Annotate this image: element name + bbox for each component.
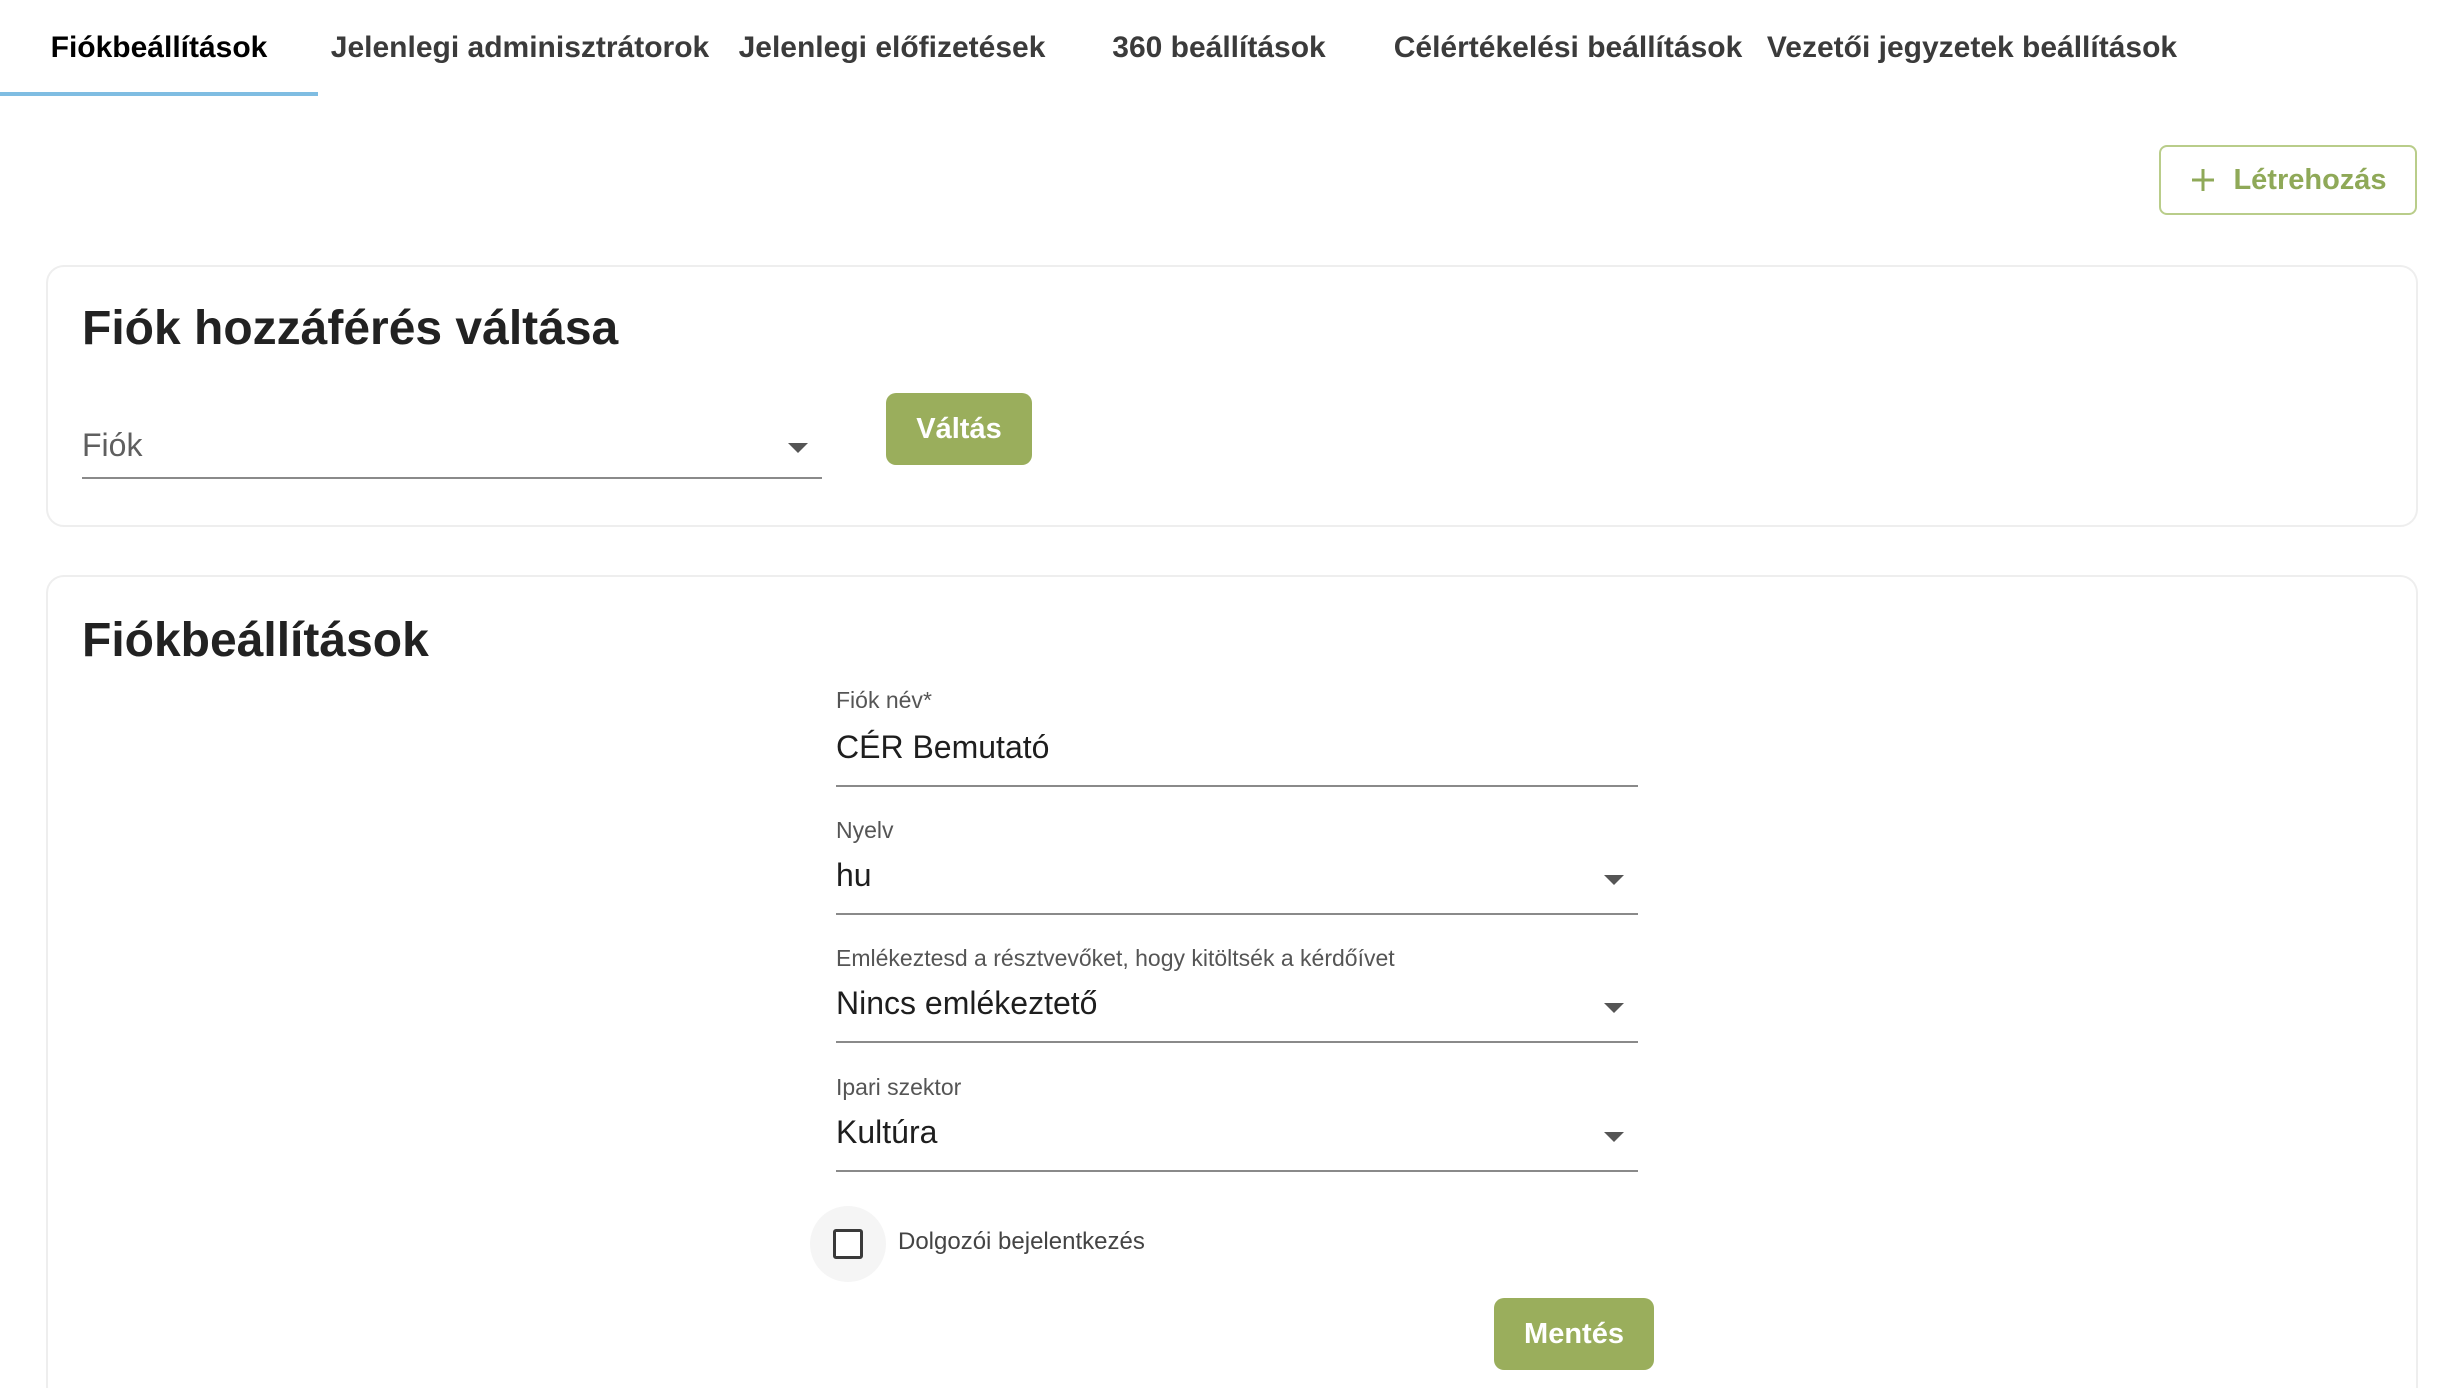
tab-manager-notes-settings[interactable]: Vezetői jegyzetek beállítások xyxy=(1767,0,2177,96)
account-name-value: CÉR Bemutató xyxy=(836,729,1050,765)
account-settings-page: Fiókbeállítások Jelenlegi adminisztrátor… xyxy=(0,0,2438,1388)
account-name-field[interactable]: Fiók név* CÉR Bemutató xyxy=(836,687,1638,787)
chevron-down-icon xyxy=(788,443,808,453)
chevron-down-icon xyxy=(1604,875,1624,885)
switch-button[interactable]: Váltás xyxy=(886,393,1032,465)
chevron-down-icon xyxy=(1604,1003,1624,1013)
active-tab-indicator xyxy=(0,92,318,96)
switch-account-title: Fiók hozzáférés váltása xyxy=(82,302,619,355)
save-button[interactable]: Mentés xyxy=(1494,1298,1654,1370)
field-underline xyxy=(836,785,1638,787)
reminder-label: Emlékeztesd a résztvevőket, hogy kitölts… xyxy=(836,945,1395,971)
chevron-down-icon xyxy=(1604,1132,1624,1142)
language-value: hu xyxy=(836,857,872,893)
checkbox-icon xyxy=(833,1229,863,1259)
employee-login-label: Dolgozói bejelentkezés xyxy=(898,1228,1145,1255)
reminder-value: Nincs emlékeztető xyxy=(836,985,1098,1021)
field-underline xyxy=(836,1041,1638,1043)
required-mark: * xyxy=(922,687,932,713)
reminder-select[interactable]: Emlékeztesd a résztvevőket, hogy kitölts… xyxy=(836,945,1638,1043)
field-underline xyxy=(836,1170,1638,1172)
tab-360-settings[interactable]: 360 beállítások xyxy=(1080,0,1358,96)
sector-label: Ipari szektor xyxy=(836,1074,962,1100)
create-button[interactable]: Létrehozás xyxy=(2159,145,2417,215)
switch-account-card: Fiók hozzáférés váltása Fiók Váltás xyxy=(46,265,2418,527)
field-underline xyxy=(836,913,1638,915)
tab-current-admins[interactable]: Jelenlegi adminisztrátorok xyxy=(331,0,709,96)
tab-current-subscriptions[interactable]: Jelenlegi előfizetések xyxy=(739,0,1046,96)
field-underline xyxy=(82,477,822,479)
sector-select[interactable]: Ipari szektor Kultúra xyxy=(836,1074,1638,1172)
account-settings-title: Fiókbeállítások xyxy=(82,614,429,667)
tab-account-settings[interactable]: Fiókbeállítások xyxy=(0,0,318,96)
language-label: Nyelv xyxy=(836,817,894,843)
create-button-label: Létrehozás xyxy=(2233,163,2387,196)
account-select[interactable]: Fiók xyxy=(82,417,822,479)
plus-icon xyxy=(2189,166,2217,194)
account-name-label: Fiók név* xyxy=(836,687,932,713)
account-select-placeholder: Fiók xyxy=(82,427,143,463)
employee-login-checkbox[interactable] xyxy=(810,1206,886,1282)
tab-goal-evaluation-settings[interactable]: Célértékelési beállítások xyxy=(1394,0,1743,96)
language-select[interactable]: Nyelv hu xyxy=(836,817,1638,915)
account-settings-card: Fiókbeállítások Fiók név* CÉR Bemutató N… xyxy=(46,575,2418,1388)
tab-bar: Fiókbeállítások Jelenlegi adminisztrátor… xyxy=(0,0,2438,98)
sector-value: Kultúra xyxy=(836,1114,938,1150)
